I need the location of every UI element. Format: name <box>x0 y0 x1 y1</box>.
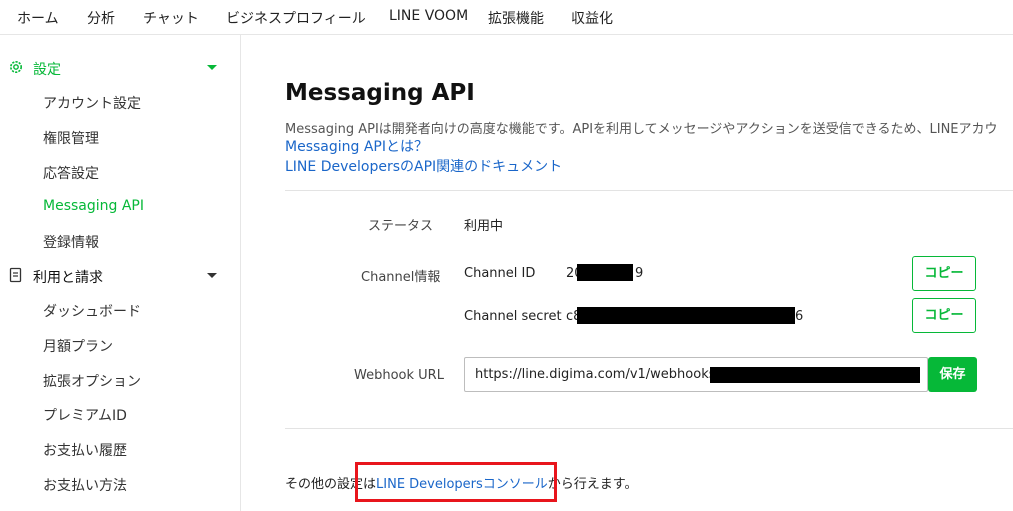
page-description: Messaging APIは開発者向けの高度な機能です。APIを利用してメッセー… <box>285 122 998 137</box>
sidebar-section-label: 利用と請求 <box>33 270 103 286</box>
gear-icon <box>10 61 22 73</box>
status-label: ステータス <box>368 219 434 234</box>
sidebar-item-premium-id[interactable]: プレミアムID <box>43 405 127 425</box>
channel-id-suffix: 9 <box>635 266 644 281</box>
divider <box>285 190 1013 191</box>
sidebar-item-messaging-api[interactable]: Messaging API <box>43 198 144 214</box>
save-button[interactable]: 保存 <box>928 357 977 392</box>
copy-channel-secret-button[interactable]: コピー <box>912 298 976 333</box>
channel-secret-suffix: 6 <box>795 309 804 324</box>
highlight-annotation-box <box>355 462 557 502</box>
link-what-is-messaging-api[interactable]: Messaging APIとは？ <box>285 136 428 156</box>
document-icon <box>9 267 22 283</box>
nav-home[interactable]: ホーム <box>17 8 59 28</box>
top-navigation: ホーム 分析 チャット ビジネスプロフィール LINE VOOM 拡張機能 収益… <box>0 0 1013 35</box>
copy-channel-id-button[interactable]: コピー <box>912 256 976 291</box>
sidebar-item-registration-info[interactable]: 登録情報 <box>43 232 99 252</box>
sidebar-item-monthly-plan[interactable]: 月額プラン <box>43 336 113 356</box>
nav-business-profile[interactable]: ビジネスプロフィール <box>226 8 366 28</box>
sidebar-item-dashboard[interactable]: ダッシュボード <box>43 301 141 321</box>
channel-secret-label: Channel secret <box>464 309 562 324</box>
nav-extensions[interactable]: 拡張機能 <box>488 8 544 28</box>
webhook-url-input[interactable]: https://line.digima.com/v1/webhooks/ <box>464 357 928 392</box>
sidebar-item-payment-history[interactable]: お支払い履歴 <box>43 440 127 460</box>
chevron-down-icon <box>207 273 217 278</box>
sidebar-item-response-settings[interactable]: 応答設定 <box>43 163 99 183</box>
channel-info-label: Channel情報 <box>361 270 441 285</box>
sidebar-section-settings[interactable]: 設定 <box>0 53 240 83</box>
nav-line-voom[interactable]: LINE VOOM <box>389 8 468 24</box>
nav-monetization[interactable]: 収益化 <box>571 8 613 28</box>
divider <box>285 428 1013 429</box>
redaction-bar <box>710 367 920 383</box>
link-api-documents[interactable]: LINE DevelopersのAPI関連のドキュメント <box>285 156 562 176</box>
sidebar-section-billing[interactable]: 利用と請求 <box>0 261 240 291</box>
footer-text-after: から行えます。 <box>547 477 638 492</box>
webhook-url-label: Webhook URL <box>354 368 444 383</box>
chevron-down-icon <box>207 65 217 70</box>
sidebar-item-permissions[interactable]: 権限管理 <box>43 128 99 148</box>
sidebar-item-account-settings[interactable]: アカウント設定 <box>43 93 141 113</box>
redaction-bar <box>577 307 795 324</box>
redaction-bar <box>577 264 633 281</box>
nav-chat[interactable]: チャット <box>143 8 199 28</box>
webhook-url-value: https://line.digima.com/v1/webhooks/ <box>475 367 720 382</box>
sidebar-item-extension-options[interactable]: 拡張オプション <box>43 371 141 391</box>
sidebar-section-label: 設定 <box>33 62 61 78</box>
sidebar: 設定 アカウント設定 権限管理 応答設定 Messaging API 登録情報 … <box>0 35 241 511</box>
status-value: 利用中 <box>464 219 504 234</box>
nav-analytics[interactable]: 分析 <box>87 8 115 28</box>
channel-id-label: Channel ID <box>464 266 536 281</box>
main-content: Messaging API Messaging APIは開発者向けの高度な機能で… <box>241 35 1013 511</box>
page-title: Messaging API <box>285 80 475 106</box>
sidebar-item-payment-method[interactable]: お支払い方法 <box>43 475 127 495</box>
